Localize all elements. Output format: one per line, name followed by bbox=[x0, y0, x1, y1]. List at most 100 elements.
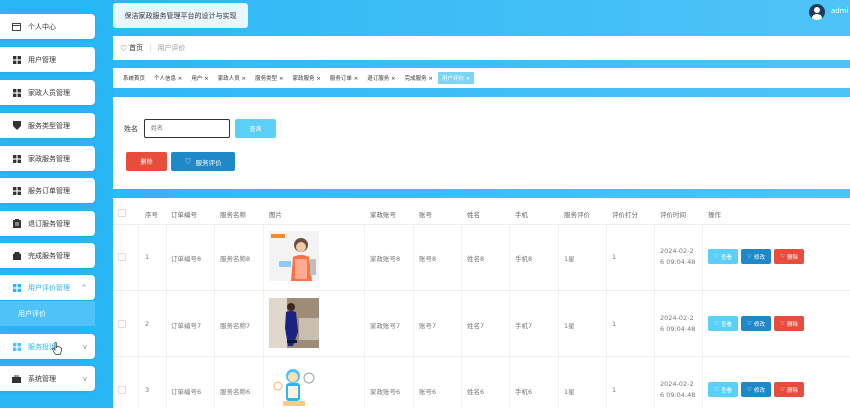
sidebar-item-completed[interactable]: 完成服务管理 bbox=[0, 243, 95, 268]
service-image bbox=[269, 231, 319, 281]
sidebar-item-services[interactable]: 家政服务管理 bbox=[0, 146, 95, 171]
sidebar-item-complaints[interactable]: 服务投诉 v bbox=[0, 334, 95, 359]
tag-label: 服务类型 bbox=[255, 76, 278, 82]
delete-label: 删除 bbox=[786, 254, 798, 261]
shield-icon bbox=[12, 121, 21, 130]
cell-name: 姓名6 bbox=[467, 388, 485, 396]
delete-button[interactable]: ♡ 删除 bbox=[774, 382, 804, 397]
close-icon[interactable]: × bbox=[391, 76, 396, 82]
tag-profile[interactable]: 个人信息 × bbox=[150, 72, 186, 84]
cell-account: 账号7 bbox=[419, 322, 437, 330]
cell-phone: 手机7 bbox=[515, 322, 533, 330]
column-header: 服务名称 bbox=[220, 211, 246, 219]
cell-staff-account: 家政账号7 bbox=[370, 322, 401, 330]
service-review-label: 服务评价 bbox=[195, 158, 222, 167]
view-button[interactable]: ♡ 查看 bbox=[708, 316, 738, 331]
grid-icon bbox=[12, 342, 21, 351]
edit-button[interactable]: ♡ 修改 bbox=[741, 382, 771, 397]
tag-service-types[interactable]: 服务类型 × bbox=[251, 72, 287, 84]
sidebar-item-label: 用户评价管理 bbox=[28, 283, 70, 292]
close-icon[interactable]: × bbox=[428, 76, 433, 82]
row-checkbox[interactable] bbox=[118, 253, 126, 261]
close-icon[interactable]: × bbox=[316, 76, 321, 82]
edit-label: 修改 bbox=[753, 254, 765, 261]
sidebar-item-label: 退订服务管理 bbox=[28, 219, 70, 228]
breadcrumb-home[interactable]: ♡ 首页 bbox=[120, 43, 143, 53]
row-checkbox[interactable] bbox=[118, 386, 126, 394]
sidebar-item-label: 系统管理 bbox=[28, 374, 56, 383]
username[interactable]: admi bbox=[831, 7, 849, 15]
grid-icon bbox=[12, 55, 21, 64]
sidebar-item-reviews[interactable]: 用户评价管理 ^ bbox=[0, 275, 95, 300]
tag-completed[interactable]: 完成服务 × bbox=[401, 72, 437, 84]
tag-refunds[interactable]: 退订服务 × bbox=[363, 72, 399, 84]
tag-label: 家政人员 bbox=[217, 76, 240, 82]
close-icon[interactable]: × bbox=[178, 76, 183, 82]
tag-label: 用户评价 bbox=[442, 76, 465, 82]
tag-housekeepers[interactable]: 家政人员 × bbox=[214, 72, 250, 84]
heart-icon: ♡ bbox=[714, 386, 719, 393]
tag-label: 系统首页 bbox=[123, 76, 146, 82]
view-button[interactable]: ♡ 查看 bbox=[708, 249, 738, 264]
column-header: 图片 bbox=[269, 211, 282, 219]
tag-label: 退订服务 bbox=[367, 76, 390, 82]
breadcrumb-home-label: 首页 bbox=[129, 44, 144, 52]
sidebar-item-label: 服务类型管理 bbox=[28, 121, 70, 130]
breadcrumb-separator: | bbox=[149, 44, 152, 52]
view-label: 查看 bbox=[720, 254, 732, 261]
avatar[interactable] bbox=[809, 4, 825, 20]
sidebar-item-profile[interactable]: 个人中心 bbox=[0, 14, 95, 39]
tag-reviews[interactable]: 用户评价 × bbox=[438, 72, 475, 84]
column-divider bbox=[214, 225, 215, 408]
tag-users[interactable]: 用户 × bbox=[187, 72, 212, 84]
briefcase-icon bbox=[12, 374, 21, 383]
sidebar-item-label: 家政服务管理 bbox=[28, 154, 70, 163]
cell-review: 1星 bbox=[564, 322, 575, 330]
close-icon[interactable]: × bbox=[279, 76, 284, 82]
column-header: 评价时间 bbox=[660, 211, 686, 219]
sidebar-item-housekeepers[interactable]: 家政人员管理 bbox=[0, 80, 95, 105]
delete-button[interactable]: ♡ 删除 bbox=[774, 249, 804, 264]
close-icon[interactable]: × bbox=[204, 76, 209, 82]
close-icon[interactable]: × bbox=[466, 76, 471, 82]
column-divider bbox=[509, 225, 510, 408]
sidebar-item-system[interactable]: 系统管理 v bbox=[0, 366, 95, 391]
sidebar-item-service-types[interactable]: 服务类型管理 bbox=[0, 113, 95, 138]
row-checkbox[interactable] bbox=[118, 320, 126, 328]
cell-score: 1 bbox=[612, 386, 617, 394]
tag-label: 服务订单 bbox=[329, 76, 352, 82]
tag-label: 用户 bbox=[191, 76, 203, 82]
delete-button[interactable]: ♡ 删除 bbox=[774, 316, 804, 331]
batch-delete-button[interactable]: 删除 bbox=[126, 152, 167, 171]
heart-icon: ♡ bbox=[184, 157, 192, 166]
time-line: 6 09:04:48 bbox=[660, 258, 696, 266]
sidebar-item-users[interactable]: 用户管理 bbox=[0, 47, 95, 72]
cell-phone: 手机8 bbox=[515, 255, 533, 263]
sidebar-subitem-reviews[interactable]: 用户评价 bbox=[0, 301, 95, 326]
name-search-input[interactable] bbox=[144, 119, 230, 138]
tag-services[interactable]: 家政服务 × bbox=[289, 72, 325, 84]
service-review-button[interactable]: ♡ 服务评价 bbox=[171, 152, 235, 171]
cell-name: 姓名8 bbox=[467, 255, 485, 263]
column-header: 操作 bbox=[708, 211, 721, 219]
tag-orders[interactable]: 服务订单 × bbox=[326, 72, 362, 84]
cell-review-time: 2024-02-2 6 09:04:48 bbox=[660, 313, 695, 335]
edit-button[interactable]: ♡ 修改 bbox=[741, 316, 771, 331]
close-icon[interactable]: × bbox=[242, 76, 247, 82]
column-divider bbox=[413, 225, 414, 408]
view-button[interactable]: ♡ 查看 bbox=[708, 382, 738, 397]
view-label: 查看 bbox=[720, 387, 732, 394]
grid-icon bbox=[12, 88, 21, 97]
close-icon[interactable]: × bbox=[354, 76, 359, 82]
grid-icon bbox=[12, 283, 21, 292]
breadcrumb: ♡ 首页 | 用户评价 bbox=[113, 36, 850, 60]
select-all-checkbox[interactable] bbox=[118, 209, 126, 217]
edit-button[interactable]: ♡ 修改 bbox=[741, 249, 771, 264]
query-button[interactable]: 查询 bbox=[235, 119, 276, 138]
tags-bar: 系统首页 个人信息 × 用户 × 家政人员 × 服务类型 × 家政服务 × 服务… bbox=[113, 68, 850, 88]
tag-home[interactable]: 系统首页 bbox=[119, 72, 149, 84]
sidebar-item-refunds[interactable]: 退订服务管理 bbox=[0, 211, 95, 236]
sidebar-item-orders[interactable]: 服务订单管理 bbox=[0, 178, 95, 203]
breadcrumb-current: 用户评价 bbox=[157, 44, 186, 52]
column-divider bbox=[166, 225, 167, 408]
